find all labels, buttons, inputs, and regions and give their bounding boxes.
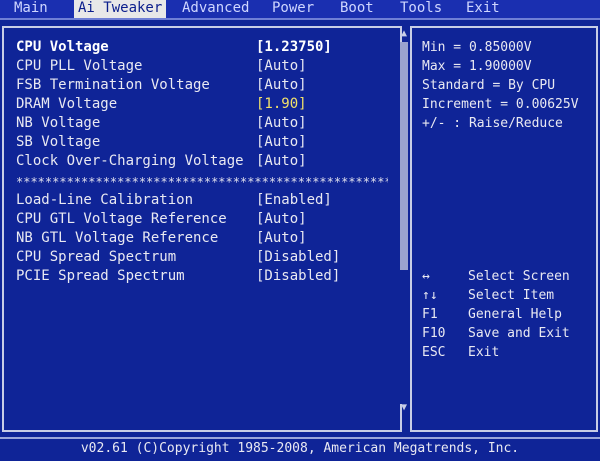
key-name: F1 xyxy=(422,307,438,322)
menu-ai-tweaker[interactable]: Ai Tweaker xyxy=(74,0,167,18)
key-description: Select Screen xyxy=(468,269,570,284)
setting-label: PCIE Spread Spectrum xyxy=(16,268,185,284)
help-max: Max = 1.90000V xyxy=(422,59,532,74)
setting-label: CPU PLL Voltage xyxy=(16,58,143,74)
setting-dram-voltage[interactable]: DRAM Voltage [1.90] xyxy=(16,95,396,114)
setting-label: SB Voltage xyxy=(16,134,101,150)
setting-value[interactable]: [1.90] xyxy=(256,95,307,114)
help-panel: Min = 0.85000V Max = 1.90000V Standard =… xyxy=(410,26,598,432)
menu-main[interactable]: Main xyxy=(14,0,48,18)
key-name: ESC xyxy=(422,345,446,360)
setting-pcie-spread-spectrum[interactable]: PCIE Spread Spectrum [Disabled] xyxy=(16,267,396,286)
setting-fsb-termination-voltage[interactable]: FSB Termination Voltage [Auto] xyxy=(16,76,396,95)
scroll-up-arrow-icon[interactable]: ▲ xyxy=(398,28,410,40)
left-right-arrows-icon: ↔ xyxy=(422,269,430,284)
setting-label: Clock Over-Charging Voltage xyxy=(16,153,244,169)
setting-value[interactable]: [Auto] xyxy=(256,57,307,76)
key-name: F10 xyxy=(422,326,446,341)
setting-label: FSB Termination Voltage xyxy=(16,77,210,93)
setting-nb-gtl-voltage-reference[interactable]: NB GTL Voltage Reference [Auto] xyxy=(16,229,396,248)
key-description: Select Item xyxy=(468,288,555,303)
setting-value[interactable]: [1.23750] xyxy=(256,38,332,57)
setting-cpu-spread-spectrum[interactable]: CPU Spread Spectrum [Disabled] xyxy=(16,248,396,267)
key-exit: ESC Exit xyxy=(422,343,596,362)
setting-label: NB Voltage xyxy=(16,115,101,131)
menu-boot[interactable]: Boot xyxy=(340,0,374,18)
setting-cpu-gtl-voltage-reference[interactable]: CPU GTL Voltage Reference [Auto] xyxy=(16,210,396,229)
key-general-help: F1 General Help xyxy=(422,305,596,324)
scroll-down-arrow-icon[interactable]: ▼ xyxy=(398,402,410,414)
setting-value[interactable]: [Auto] xyxy=(256,114,307,133)
setting-value[interactable]: [Disabled] xyxy=(256,267,340,286)
menu-advanced[interactable]: Advanced xyxy=(182,0,249,18)
scroll-thumb[interactable] xyxy=(400,42,408,270)
scrollbar[interactable]: ▲ ▼ xyxy=(398,28,410,414)
help-raise-reduce: +/- : Raise/Reduce xyxy=(422,116,563,131)
setting-value[interactable]: [Enabled] xyxy=(256,191,332,210)
menu-exit[interactable]: Exit xyxy=(466,0,500,18)
up-down-arrows-icon: ↑↓ xyxy=(422,288,438,303)
key-select-screen: ↔ Select Screen xyxy=(422,267,596,286)
setting-label: CPU GTL Voltage Reference xyxy=(16,211,227,227)
separator-line: ****************************************… xyxy=(16,175,388,189)
setting-label: CPU Voltage xyxy=(16,39,109,55)
bios-screen: Main Ai Tweaker Advanced Power Boot Tool… xyxy=(0,0,600,461)
setting-value[interactable]: [Auto] xyxy=(256,152,307,171)
help-standard: Standard = By CPU xyxy=(422,78,556,93)
menu-bar: Main Ai Tweaker Advanced Power Boot Tool… xyxy=(0,0,600,20)
help-increment: Increment = 0.00625V xyxy=(422,97,579,112)
setting-cpu-pll-voltage[interactable]: CPU PLL Voltage [Auto] xyxy=(16,57,396,76)
setting-clock-over-charging-voltage[interactable]: Clock Over-Charging Voltage [Auto] xyxy=(16,152,396,171)
scroll-track[interactable] xyxy=(400,42,408,404)
setting-label: CPU Spread Spectrum xyxy=(16,249,177,265)
setting-nb-voltage[interactable]: NB Voltage [Auto] xyxy=(16,114,396,133)
settings-panel: CPU Voltage [1.23750] CPU PLL Voltage [A… xyxy=(2,26,402,432)
key-description: General Help xyxy=(468,307,562,322)
setting-label: DRAM Voltage xyxy=(16,96,118,112)
menu-power[interactable]: Power xyxy=(272,0,314,18)
setting-label: Load-Line Calibration xyxy=(16,192,194,208)
help-min: Min = 0.85000V xyxy=(422,40,532,55)
menu-tools[interactable]: Tools xyxy=(400,0,442,18)
setting-load-line-calibration[interactable]: Load-Line Calibration [Enabled] xyxy=(16,191,396,210)
key-description: Save and Exit xyxy=(468,326,570,341)
setting-cpu-voltage[interactable]: CPU Voltage [1.23750] xyxy=(16,38,396,57)
setting-value[interactable]: [Auto] xyxy=(256,76,307,95)
setting-value[interactable]: [Auto] xyxy=(256,210,307,229)
key-select-item: ↑↓ Select Item xyxy=(422,286,596,305)
copyright-footer: v02.61 (C)Copyright 1985-2008, American … xyxy=(0,437,600,461)
setting-label: NB GTL Voltage Reference xyxy=(16,230,219,246)
setting-value[interactable]: [Auto] xyxy=(256,133,307,152)
setting-sb-voltage[interactable]: SB Voltage [Auto] xyxy=(16,133,396,152)
setting-value[interactable]: [Auto] xyxy=(256,229,307,248)
key-save-and-exit: F10 Save and Exit xyxy=(422,324,596,343)
setting-value[interactable]: [Disabled] xyxy=(256,248,340,267)
key-description: Exit xyxy=(468,345,500,360)
